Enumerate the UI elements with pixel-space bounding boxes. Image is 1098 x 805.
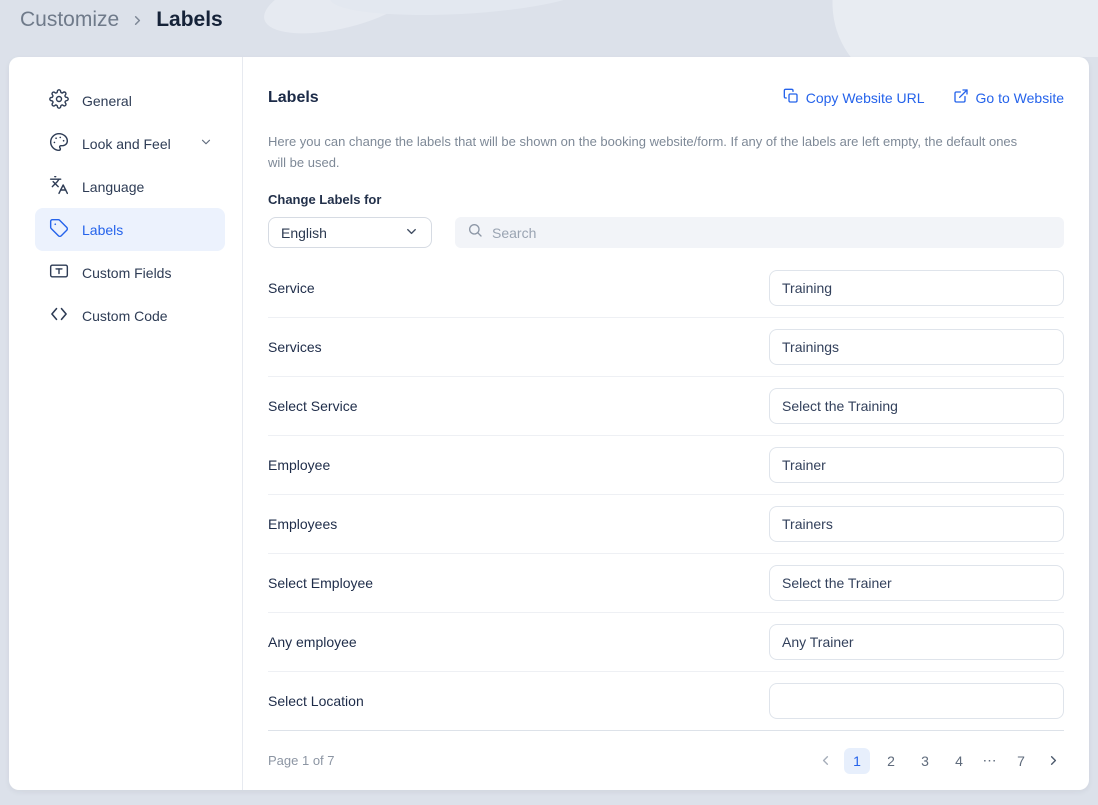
search-bar	[455, 217, 1064, 248]
language-select[interactable]: English	[268, 217, 432, 248]
settings-card: General Look and Feel Language Labels Cu…	[9, 57, 1089, 790]
pager: 1 2 3 4 ⋯ 7	[814, 748, 1064, 774]
row-label: Any employee	[268, 634, 357, 650]
any-employee-label-input[interactable]	[769, 624, 1064, 660]
employees-label-input[interactable]	[769, 506, 1064, 542]
label-row-service: Service	[268, 259, 1064, 318]
labels-panel: Labels Copy Website URL Go to Website He…	[243, 57, 1089, 790]
sidebar-item-custom-code[interactable]: Custom Code	[35, 294, 225, 337]
text-field-icon	[49, 261, 69, 284]
breadcrumb-labels: Labels	[156, 8, 223, 32]
select-service-label-input[interactable]	[769, 388, 1064, 424]
select-employee-label-input[interactable]	[769, 565, 1064, 601]
sidebar-item-label: Labels	[82, 222, 123, 238]
copy-website-url-label: Copy Website URL	[806, 90, 925, 106]
services-label-input[interactable]	[769, 329, 1064, 365]
code-icon	[49, 304, 69, 327]
row-label: Service	[268, 280, 315, 296]
copy-website-url-button[interactable]: Copy Website URL	[783, 88, 925, 107]
gear-icon	[49, 89, 69, 112]
page-number-2[interactable]: 2	[878, 748, 904, 774]
search-input[interactable]	[492, 225, 1052, 241]
language-select-value: English	[281, 225, 327, 241]
page-number-7[interactable]: 7	[1008, 748, 1034, 774]
go-to-website-button[interactable]: Go to Website	[953, 88, 1064, 107]
change-labels-for-label: Change Labels for	[268, 192, 1064, 207]
page-title: Labels	[268, 89, 319, 107]
chevron-down-icon	[404, 224, 419, 242]
translate-icon	[49, 175, 69, 198]
service-label-input[interactable]	[769, 270, 1064, 306]
search-icon	[467, 222, 483, 243]
breadcrumb-customize[interactable]: Customize	[20, 8, 119, 32]
sidebar-item-label: Custom Fields	[82, 265, 171, 281]
row-label: Select Employee	[268, 575, 373, 591]
row-label: Select Location	[268, 693, 364, 709]
row-label: Employees	[268, 516, 337, 532]
tag-icon	[49, 218, 69, 241]
label-rows: Service Services Select Service Employee…	[268, 259, 1064, 731]
row-label: Select Service	[268, 398, 357, 414]
pagination-bar: Page 1 of 7 1 2 3 4 ⋯ 7	[268, 731, 1064, 790]
label-row-services: Services	[268, 318, 1064, 377]
sidebar-item-language[interactable]: Language	[35, 165, 225, 208]
label-row-employees: Employees	[268, 495, 1064, 554]
sidebar-item-general[interactable]: General	[35, 79, 225, 122]
page-number-3[interactable]: 3	[912, 748, 938, 774]
palette-icon	[49, 132, 69, 155]
row-label: Employee	[268, 457, 330, 473]
customize-sidebar: General Look and Feel Language Labels Cu…	[9, 57, 243, 790]
top-bar: Customize Labels	[0, 0, 1098, 57]
label-row-select-employee: Select Employee	[268, 554, 1064, 613]
label-row-select-location: Select Location	[268, 672, 1064, 731]
breadcrumb: Customize Labels	[20, 8, 223, 32]
chevron-down-icon	[199, 135, 213, 152]
select-location-label-input[interactable]	[769, 683, 1064, 719]
sidebar-item-look-and-feel[interactable]: Look and Feel	[35, 122, 225, 165]
row-label: Services	[268, 339, 322, 355]
sidebar-item-label: Custom Code	[82, 308, 168, 324]
sidebar-item-label: Look and Feel	[82, 136, 171, 152]
label-row-select-service: Select Service	[268, 377, 1064, 436]
employee-label-input[interactable]	[769, 447, 1064, 483]
external-link-icon	[953, 88, 969, 107]
label-row-employee: Employee	[268, 436, 1064, 495]
page-summary: Page 1 of 7	[268, 753, 335, 768]
label-row-any-employee: Any employee	[268, 613, 1064, 672]
go-to-website-label: Go to Website	[976, 90, 1064, 106]
chevron-right-icon[interactable]	[1042, 748, 1064, 774]
sidebar-item-label: Language	[82, 179, 144, 195]
page-ellipsis[interactable]: ⋯	[980, 752, 1000, 769]
decorative-blob	[798, 0, 1098, 57]
copy-icon	[783, 88, 799, 107]
page-number-1[interactable]: 1	[844, 748, 870, 774]
sidebar-item-label: General	[82, 93, 132, 109]
chevron-right-icon	[130, 13, 145, 28]
sidebar-item-custom-fields[interactable]: Custom Fields	[35, 251, 225, 294]
chevron-left-icon[interactable]	[814, 748, 836, 774]
sidebar-item-labels[interactable]: Labels	[35, 208, 225, 251]
page-number-4[interactable]: 4	[946, 748, 972, 774]
panel-description: Here you can change the labels that will…	[268, 131, 1038, 173]
